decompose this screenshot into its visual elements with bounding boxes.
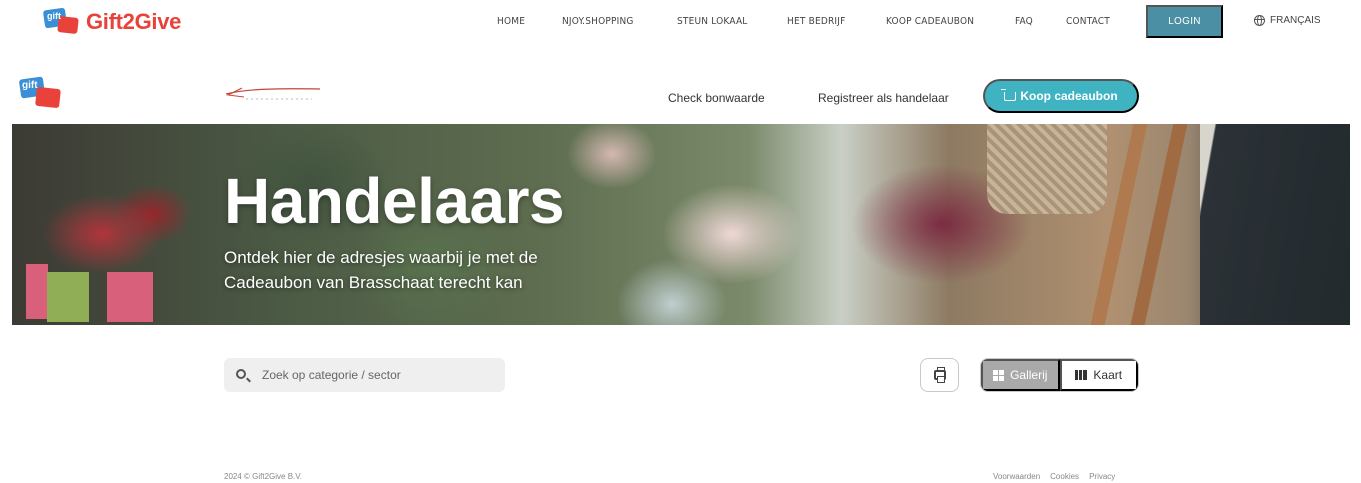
nav-item-njoy-shopping[interactable]: NJOY.SHOPPING bbox=[562, 16, 634, 27]
globe-icon bbox=[1254, 15, 1265, 26]
view-toggle: Gallerij Kaart bbox=[980, 358, 1139, 392]
footer-copyright: 2024 © Gift2Give B.V. bbox=[224, 472, 303, 481]
chalkboard-image bbox=[1200, 124, 1350, 325]
brand-logo-link[interactable]: gift Gift2Give bbox=[42, 7, 182, 35]
nav-item-contact[interactable]: CONTACT bbox=[1066, 16, 1110, 27]
map-view-button[interactable]: Kaart bbox=[1059, 359, 1138, 391]
nav-item-home[interactable]: HOME bbox=[497, 16, 525, 27]
nav-item-het-bedrijf[interactable]: HET BEDRIJF bbox=[787, 16, 846, 27]
map-view-label: Kaart bbox=[1093, 368, 1123, 382]
check-bonwaarde-link[interactable]: Check bonwaarde bbox=[668, 91, 765, 105]
buy-giftcard-label: Koop cadeaubon bbox=[1020, 89, 1118, 103]
cart-icon bbox=[1001, 88, 1017, 101]
footer-link-cookies[interactable]: Cookies bbox=[1050, 472, 1079, 481]
printer-icon bbox=[933, 367, 946, 383]
signature-logo[interactable] bbox=[224, 84, 322, 102]
search-box bbox=[224, 358, 505, 392]
gallery-view-label: Gallerij bbox=[1010, 368, 1048, 382]
nav-item-faq[interactable]: FAQ bbox=[1015, 16, 1033, 27]
footer-link-privacy[interactable]: Privacy bbox=[1089, 472, 1115, 481]
language-switch[interactable]: FRANÇAIS bbox=[1254, 15, 1321, 26]
footer-links: Voorwaarden Cookies Privacy bbox=[993, 472, 1115, 481]
language-label: FRANÇAIS bbox=[1270, 15, 1321, 26]
nav-item-steun-lokaal[interactable]: STEUN LOKAAL bbox=[677, 16, 748, 27]
footer-link-voorwaarden[interactable]: Voorwaarden bbox=[993, 472, 1040, 481]
brand-logo-icon: gift bbox=[42, 7, 80, 35]
print-button[interactable] bbox=[920, 358, 959, 392]
hero-subtitle: Ontdek hier de adresjes waarbij je met d… bbox=[224, 248, 538, 292]
map-icon bbox=[1075, 370, 1088, 380]
nav-item-koop-cadeaubon[interactable]: KOOP CADEAUBON bbox=[886, 16, 974, 27]
search-icon bbox=[236, 369, 246, 379]
grid-icon bbox=[993, 369, 1005, 381]
page-title: Handelaars bbox=[224, 165, 565, 237]
hero-banner: Handelaars Ontdek hier de adresjes waarb… bbox=[12, 124, 1350, 325]
search-input[interactable] bbox=[262, 358, 497, 392]
brand-name: Gift2Give bbox=[86, 9, 182, 34]
buy-giftcard-button[interactable]: Koop cadeaubon bbox=[983, 79, 1139, 113]
gift-logo-icon[interactable]: gift bbox=[18, 76, 62, 110]
top-navbar: gift Gift2Give HOME NJOY.SHOPPING STEUN … bbox=[0, 0, 1361, 46]
gallery-view-button[interactable]: Gallerij bbox=[981, 359, 1060, 391]
register-merchant-link[interactable]: Registreer als handelaar bbox=[818, 91, 949, 105]
login-button[interactable]: LOGIN bbox=[1146, 5, 1223, 38]
